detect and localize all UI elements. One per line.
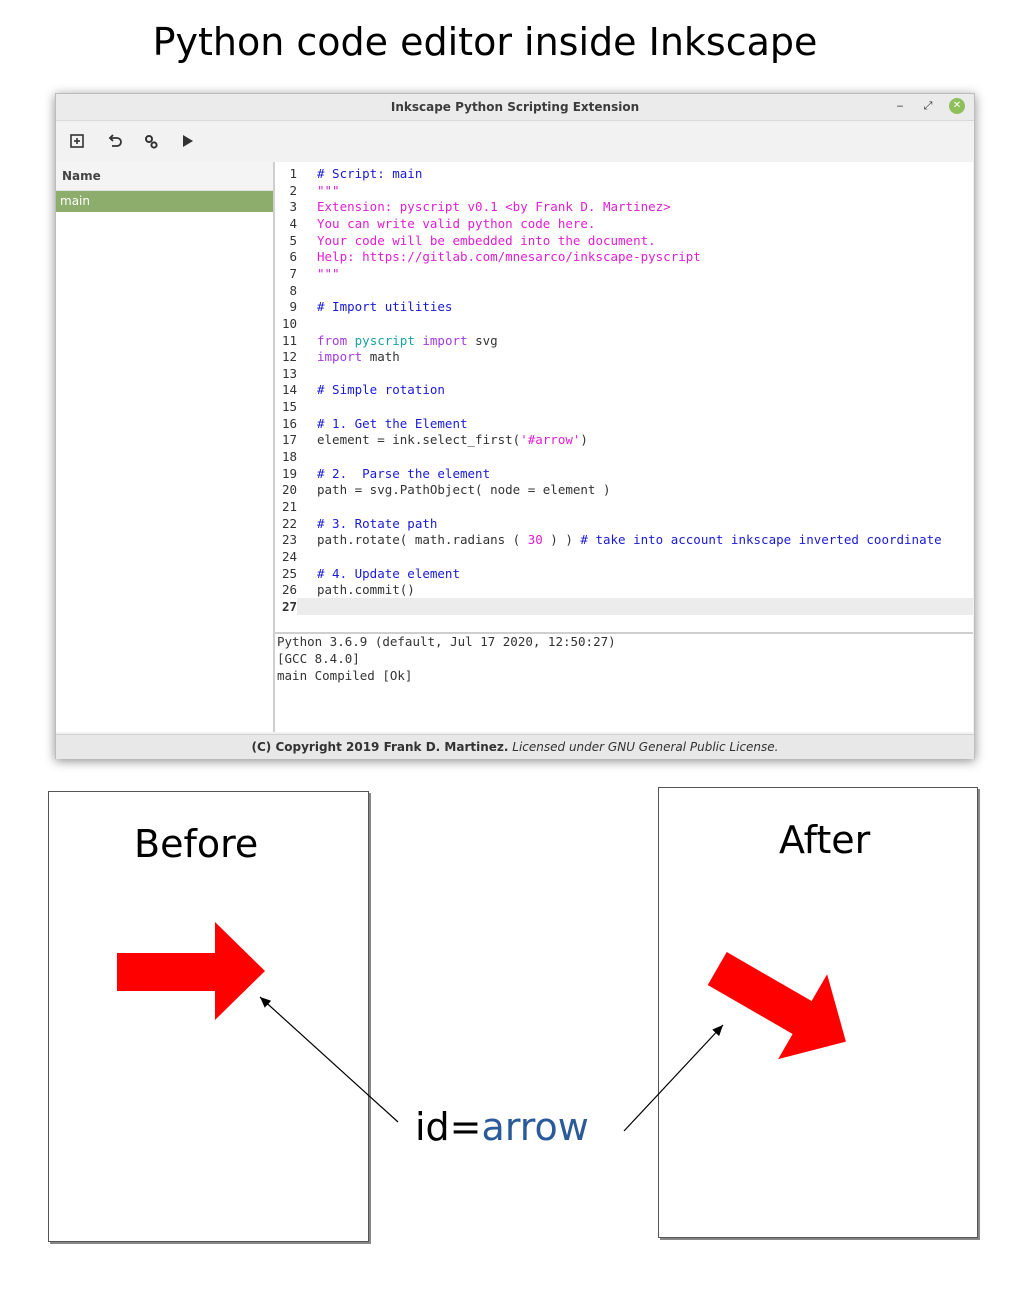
id-label: id=arrow (415, 1105, 589, 1149)
pointer-line-after (623, 1024, 724, 1132)
red-arrow-after (707, 952, 846, 1060)
pointer-line-before (259, 996, 399, 1123)
red-arrow-before (117, 922, 265, 1020)
arrows-overlay (117, 922, 846, 1132)
id-value: arrow (481, 1105, 589, 1149)
id-key: id= (415, 1105, 482, 1149)
